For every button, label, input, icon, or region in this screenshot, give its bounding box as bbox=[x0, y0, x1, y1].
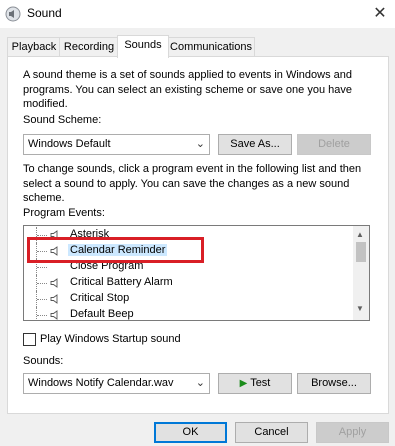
event-name: Critical Stop bbox=[70, 292, 130, 304]
startup-sound-label: Play Windows Startup sound bbox=[40, 333, 181, 345]
startup-sound-checkbox[interactable] bbox=[23, 333, 36, 346]
sound-scheme-dropdown[interactable]: Windows Default ⌄ bbox=[23, 134, 210, 155]
list-item[interactable]: Critical Battery Alarm bbox=[24, 275, 354, 291]
list-item[interactable]: Critical Stop bbox=[24, 291, 354, 307]
theme-description: A sound theme is a set of sounds applied… bbox=[23, 69, 352, 110]
window-title: Sound bbox=[27, 6, 62, 20]
sound-scheme-value: Windows Default bbox=[28, 138, 111, 150]
tab-communications[interactable]: Communications bbox=[167, 37, 255, 57]
speaker-icon bbox=[50, 278, 58, 288]
apply-button[interactable]: Apply bbox=[316, 422, 389, 443]
program-events-label: Program Events: bbox=[23, 207, 105, 219]
cancel-button[interactable]: Cancel bbox=[235, 422, 308, 443]
list-item[interactable]: Default Beep bbox=[24, 307, 354, 320]
ok-button[interactable]: OK bbox=[154, 422, 227, 443]
sound-file-value: Windows Notify Calendar.wav bbox=[28, 377, 174, 389]
sound-file-dropdown[interactable]: Windows Notify Calendar.wav ⌄ bbox=[23, 373, 210, 394]
instructions-text: To change sounds, click a program event … bbox=[23, 163, 362, 204]
tab-sounds[interactable]: Sounds bbox=[117, 35, 169, 58]
close-icon[interactable]: ✕ bbox=[368, 4, 392, 24]
sounds-label: Sounds: bbox=[23, 355, 64, 367]
test-button[interactable]: ▶ Test bbox=[218, 373, 292, 394]
tab-playback[interactable]: Playback bbox=[7, 37, 61, 57]
list-scrollbar[interactable]: ▲ ▼ bbox=[353, 226, 369, 320]
chevron-down-icon: ⌄ bbox=[195, 138, 205, 150]
save-as-button[interactable]: Save As... bbox=[218, 134, 292, 155]
delete-button[interactable]: Delete bbox=[297, 134, 371, 155]
chevron-down-icon: ⌄ bbox=[195, 377, 205, 389]
play-icon: ▶ bbox=[239, 378, 248, 389]
test-button-label: Test bbox=[250, 377, 271, 389]
speaker-icon bbox=[50, 310, 58, 320]
speaker-icon bbox=[50, 294, 58, 304]
scroll-down-icon[interactable]: ▼ bbox=[356, 304, 364, 313]
annotation-highlight-box bbox=[27, 237, 204, 263]
event-name: Critical Battery Alarm bbox=[70, 276, 173, 288]
tab-recording[interactable]: Recording bbox=[59, 37, 119, 57]
scroll-up-icon[interactable]: ▲ bbox=[356, 230, 364, 239]
sound-scheme-label: Sound Scheme: bbox=[23, 114, 102, 126]
speaker-app-icon bbox=[5, 6, 21, 22]
browse-button[interactable]: Browse... bbox=[297, 373, 371, 394]
title-bar: Sound ✕ bbox=[0, 0, 395, 28]
scroll-thumb[interactable] bbox=[356, 242, 366, 262]
event-name: Default Beep bbox=[70, 308, 134, 320]
